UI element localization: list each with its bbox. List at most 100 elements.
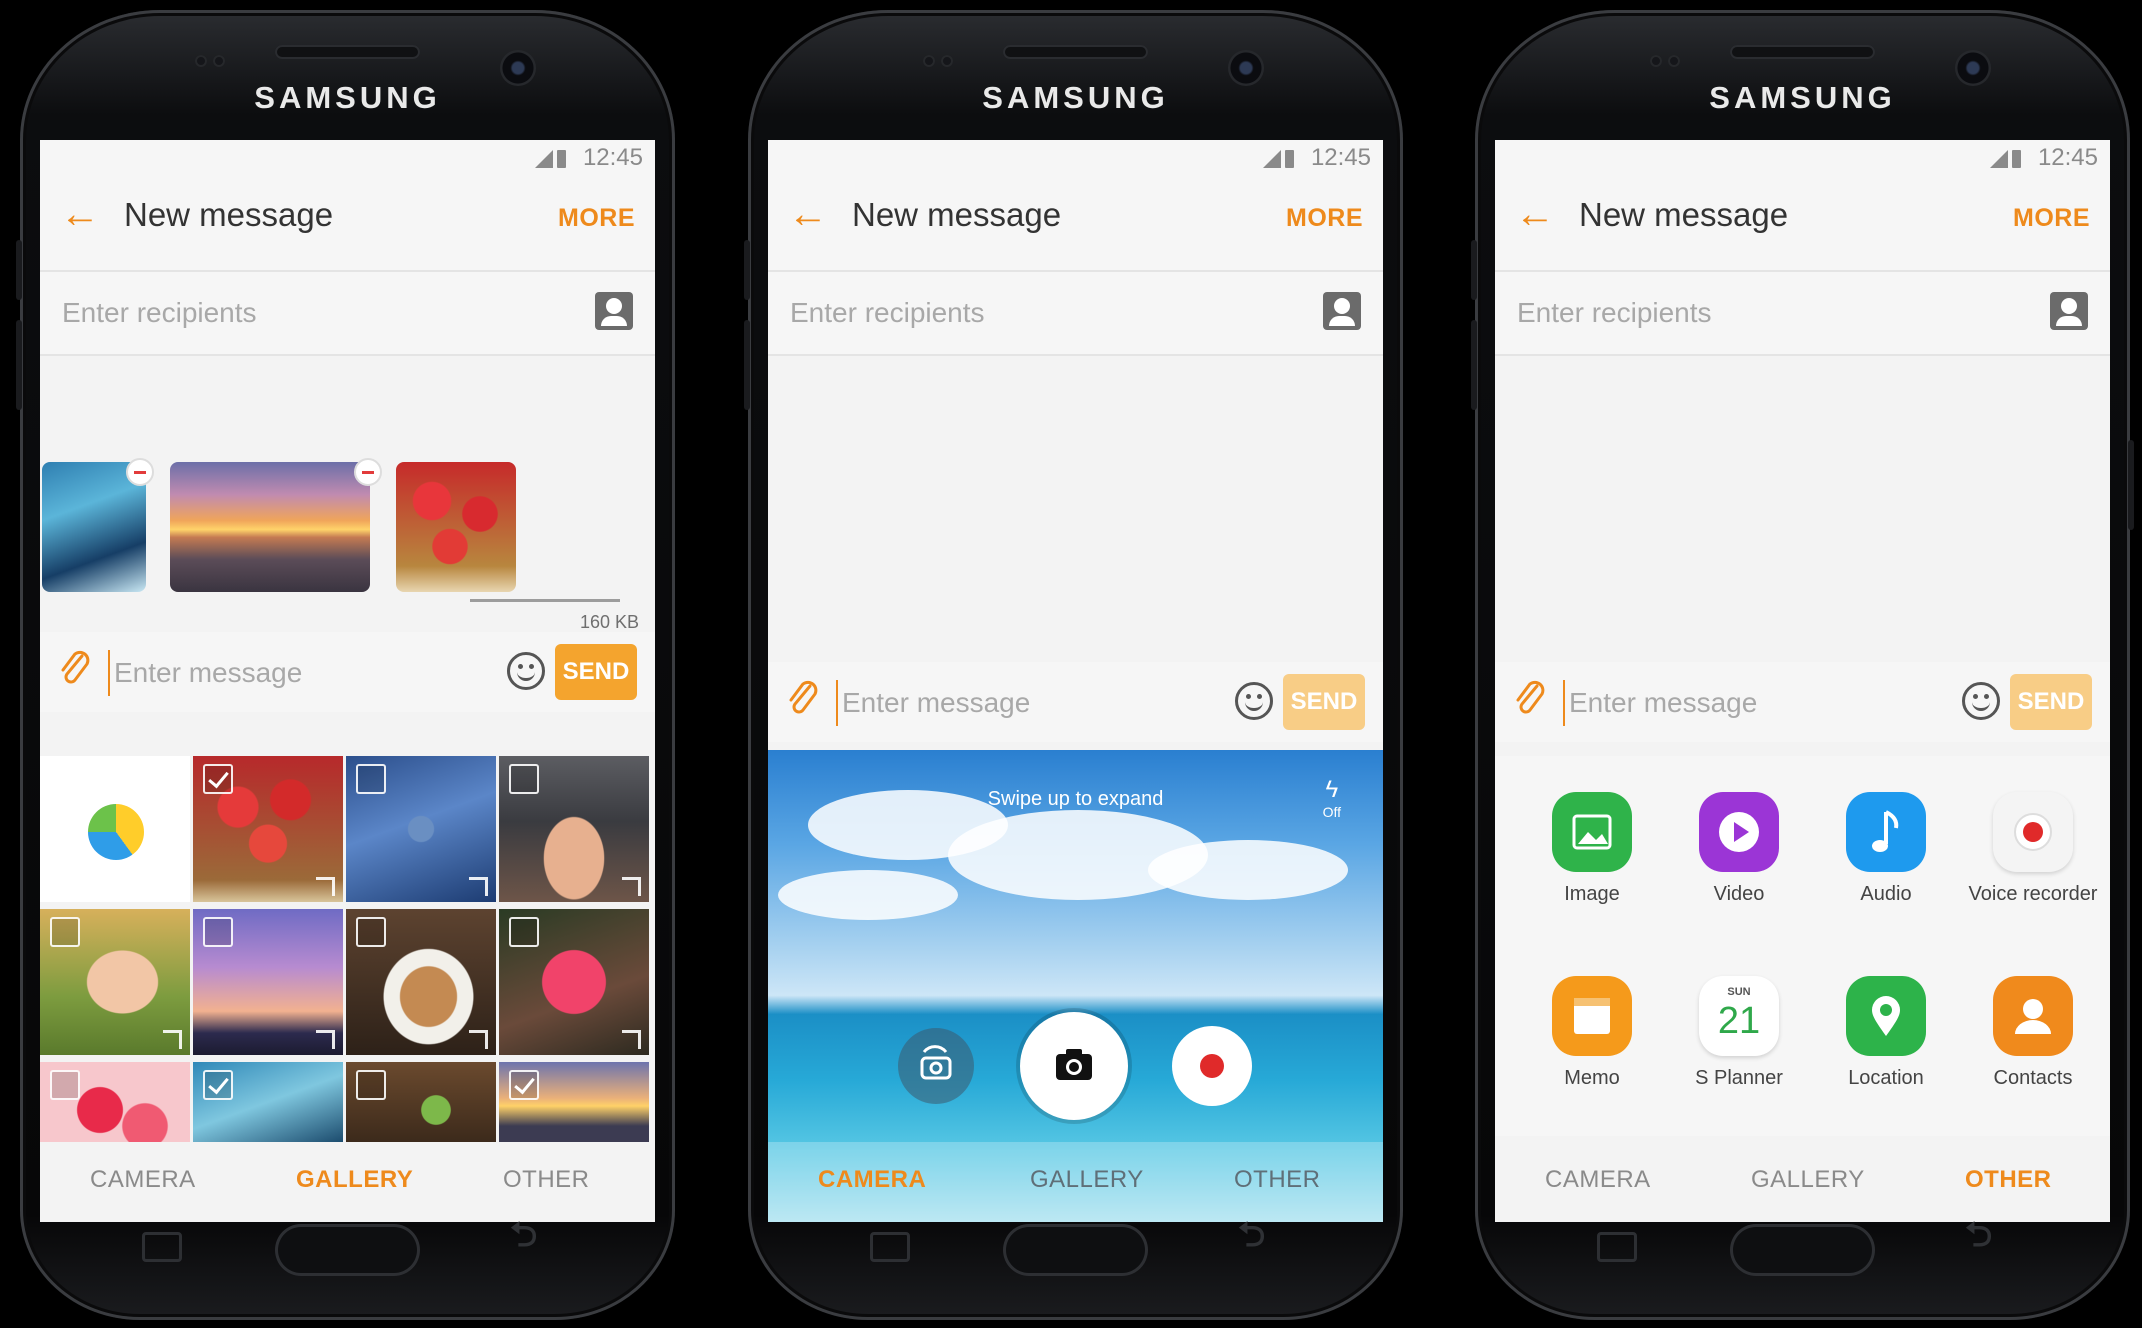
message-input[interactable] [108,650,456,696]
recent-apps-key[interactable] [870,1232,910,1262]
select-checkbox[interactable] [203,764,233,794]
switch-camera-button[interactable] [898,1028,974,1104]
sensors [1650,54,1710,70]
tab-gallery[interactable]: GALLERY [296,1166,413,1194]
attach-location-item[interactable]: Location [1821,976,1951,1090]
tab-other[interactable]: OTHER [1234,1166,1321,1194]
recipients-input[interactable] [1515,292,1999,334]
message-input[interactable] [1563,680,1911,726]
status-bar: 12:45 [768,140,1383,174]
attach-video-item[interactable]: Video [1674,792,1804,906]
gallery-thumbnail[interactable] [40,1062,190,1142]
recipients-input[interactable] [788,292,1272,334]
flash-toggle[interactable]: ϟ Off [1323,776,1341,820]
expand-icon[interactable] [469,1030,488,1049]
shutter-button[interactable] [1020,1012,1128,1120]
expand-icon[interactable] [163,1030,182,1049]
expand-icon[interactable] [622,877,641,896]
remove-attachment-icon[interactable] [126,458,154,486]
contact-picker-icon[interactable] [2050,292,2088,330]
gallery-thumbnail[interactable] [499,756,649,902]
home-button[interactable] [1730,1224,1875,1276]
volume-button [744,320,750,410]
attach-audio-item[interactable]: Audio [1821,792,1951,906]
contact-picker-icon[interactable] [595,292,633,330]
attachment-thumbnail[interactable] [170,462,370,592]
select-checkbox[interactable] [356,764,386,794]
other-attachments-grid: Image Video Audio Voice recorder Memo SU… [1495,756,2110,1136]
select-checkbox[interactable] [509,764,539,794]
attach-contacts-item[interactable]: Contacts [1968,976,2098,1090]
back-key-icon[interactable]: ⮌ [1965,1211,1992,1268]
app-bar: ← New message MORE [768,174,1383,272]
tab-gallery[interactable]: GALLERY [1030,1166,1144,1194]
send-button[interactable]: SEND [1283,674,1365,730]
select-checkbox[interactable] [509,1070,539,1100]
gallery-thumbnail[interactable] [346,909,496,1055]
gallery-thumbnail[interactable] [193,1062,343,1142]
send-button[interactable]: SEND [2010,674,2092,730]
back-arrow-icon[interactable]: ← [788,194,828,234]
more-button[interactable]: MORE [1286,204,1363,233]
select-checkbox[interactable] [203,917,233,947]
tab-other[interactable]: OTHER [1965,1166,2052,1194]
tab-other[interactable]: OTHER [503,1166,590,1194]
expand-icon[interactable] [316,877,335,896]
select-checkbox[interactable] [356,1070,386,1100]
select-checkbox[interactable] [203,1070,233,1100]
gallery-thumbnail[interactable] [499,1062,649,1142]
record-button[interactable] [1172,1026,1252,1106]
emoji-icon[interactable] [507,652,545,690]
recent-apps-key[interactable] [1597,1232,1637,1262]
send-button[interactable]: SEND [555,644,637,700]
more-button[interactable]: MORE [2013,204,2090,233]
tab-camera[interactable]: CAMERA [818,1166,926,1194]
tab-camera[interactable]: CAMERA [90,1166,196,1194]
expand-icon[interactable] [316,1030,335,1049]
back-key-icon[interactable]: ⮌ [510,1211,537,1268]
back-arrow-icon[interactable]: ← [60,194,100,234]
home-button[interactable] [275,1224,420,1276]
gallery-thumbnail[interactable] [40,909,190,1055]
tab-gallery[interactable]: GALLERY [1751,1166,1865,1194]
back-arrow-icon[interactable]: ← [1515,194,1555,234]
gallery-thumbnail[interactable] [346,1062,496,1142]
attachment-thumbnail[interactable] [396,462,516,592]
back-key-icon[interactable]: ⮌ [1238,1211,1265,1268]
attach-icon[interactable] [1513,678,1547,718]
gallery-app-tile[interactable] [40,756,190,902]
attach-item-label: Video [1713,883,1765,905]
screen: 12:45 ← New message MORE SEND Swipe up t… [768,140,1383,1222]
attach-icon[interactable] [58,648,92,688]
app-bar: ← New message MORE [40,174,655,272]
gallery-thumbnail[interactable] [499,909,649,1055]
attachment-strip[interactable] [40,452,655,602]
recipients-input[interactable] [60,292,544,334]
select-checkbox[interactable] [356,917,386,947]
gallery-thumbnail[interactable] [193,756,343,902]
attach-item-label: Audio [1860,883,1912,905]
select-checkbox[interactable] [50,1070,80,1100]
phone-other: SAMSUNG 12:45 ← New message MORE SEND [1471,10,2134,1320]
tab-camera[interactable]: CAMERA [1545,1166,1651,1194]
more-button[interactable]: MORE [558,204,635,233]
message-input[interactable] [836,680,1184,726]
remove-attachment-icon[interactable] [354,458,382,486]
select-checkbox[interactable] [50,917,80,947]
sensors [195,54,255,70]
attach-image-item[interactable]: Image [1527,792,1657,906]
select-checkbox[interactable] [509,917,539,947]
gallery-thumbnail[interactable] [346,756,496,902]
home-button[interactable] [1003,1224,1148,1276]
gallery-thumbnail[interactable] [193,909,343,1055]
emoji-icon[interactable] [1235,682,1273,720]
attach-s-planner-item[interactable]: SUN 21 S Planner [1674,976,1804,1090]
recent-apps-key[interactable] [142,1232,182,1262]
attach-voice-recorder-item[interactable]: Voice recorder [1968,792,2098,906]
emoji-icon[interactable] [1962,682,2000,720]
attach-icon[interactable] [786,678,820,718]
attach-memo-item[interactable]: Memo [1527,976,1657,1090]
contact-picker-icon[interactable] [1323,292,1361,330]
expand-icon[interactable] [469,877,488,896]
expand-icon[interactable] [622,1030,641,1049]
